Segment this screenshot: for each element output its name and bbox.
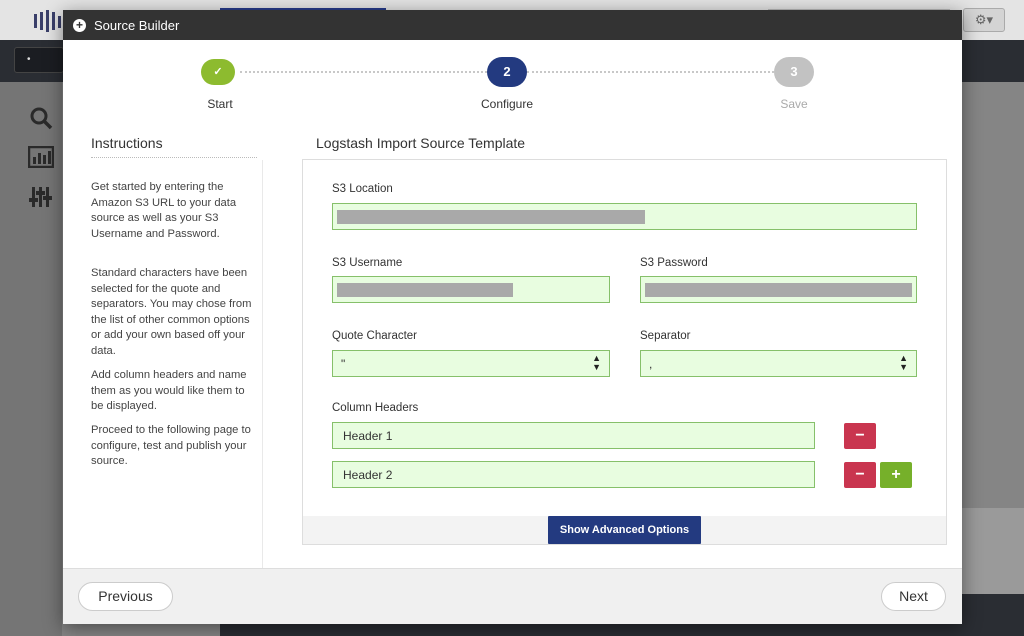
app-logo <box>32 8 62 32</box>
quote-character-value: " <box>341 357 346 371</box>
quote-character-label: Quote Character <box>332 330 418 342</box>
instructions-title: Instructions <box>91 135 163 151</box>
s3-username-input[interactable] <box>332 276 610 303</box>
instructions-paragraph: Proceed to the following page to configu… <box>91 424 251 467</box>
remove-header-button[interactable]: − <box>844 462 876 488</box>
modal-title: Source Builder <box>94 18 180 33</box>
separator-label: Separator <box>640 330 691 342</box>
modal-footer: Previous Next <box>63 568 962 624</box>
form-panel-footer: Show Advanced Options <box>303 516 946 544</box>
column-header-input[interactable]: Header 2 <box>332 461 815 488</box>
form-panel: S3 Location S3 Username S3 Password Quot… <box>302 159 947 545</box>
source-builder-modal: + Source Builder ✓ Start 2 Configure 3 S… <box>63 10 962 624</box>
app-nav-pill[interactable]: • <box>14 47 64 73</box>
stepper-line-2 <box>527 71 774 73</box>
search-icon[interactable] <box>26 106 56 132</box>
s3-password-input[interactable] <box>640 276 917 303</box>
column-header-input[interactable]: Header 1 <box>332 422 815 449</box>
app-right-panel <box>962 508 1024 594</box>
step-save-label: Save <box>780 97 808 111</box>
select-arrows-icon: ▲ ▼ <box>592 353 601 372</box>
instructions-paragraph: Standard characters have been selected f… <box>91 267 252 357</box>
instructions-divider <box>91 157 257 158</box>
redacted-value <box>645 283 912 297</box>
modal-header: + Source Builder <box>63 10 962 40</box>
sliders-icon[interactable] <box>26 186 56 212</box>
instructions-paragraph: Add column headers and name them as you … <box>91 369 247 412</box>
bar-chart-icon[interactable] <box>26 145 56 172</box>
step-configure-circle[interactable]: 2 <box>487 57 527 87</box>
separator-select[interactable]: , ▲ ▼ <box>640 350 917 377</box>
separator-value: , <box>649 357 653 371</box>
settings-gear-icon[interactable]: ⚙▾ <box>963 8 1005 32</box>
step-save-circle[interactable]: 3 <box>774 57 814 87</box>
remove-header-button[interactable]: − <box>844 423 876 449</box>
s3-location-label: S3 Location <box>332 183 393 195</box>
step-start-circle[interactable]: ✓ <box>201 59 235 85</box>
step-configure-label: Configure <box>480 97 534 111</box>
app-sidebar <box>0 82 62 636</box>
plus-circle-icon: + <box>73 19 86 32</box>
redacted-value <box>337 210 645 224</box>
next-button[interactable]: Next <box>881 582 946 611</box>
stepper-line-1 <box>240 71 487 73</box>
select-arrows-icon: ▲ ▼ <box>899 353 908 372</box>
instructions-paragraph: Get started by entering the Amazon S3 UR… <box>91 181 237 240</box>
quote-character-select[interactable]: " ▲ ▼ <box>332 350 610 377</box>
column-headers-label: Column Headers <box>332 402 419 414</box>
add-header-button[interactable]: + <box>880 462 912 488</box>
s3-password-label: S3 Password <box>640 257 708 269</box>
form-title: Logstash Import Source Template <box>316 135 526 151</box>
redacted-value <box>337 283 513 297</box>
s3-username-label: S3 Username <box>332 257 403 269</box>
show-advanced-options-button[interactable]: Show Advanced Options <box>548 516 701 544</box>
s3-location-input[interactable] <box>332 203 917 230</box>
step-start-label: Start <box>207 97 233 111</box>
previous-button[interactable]: Previous <box>78 582 173 611</box>
